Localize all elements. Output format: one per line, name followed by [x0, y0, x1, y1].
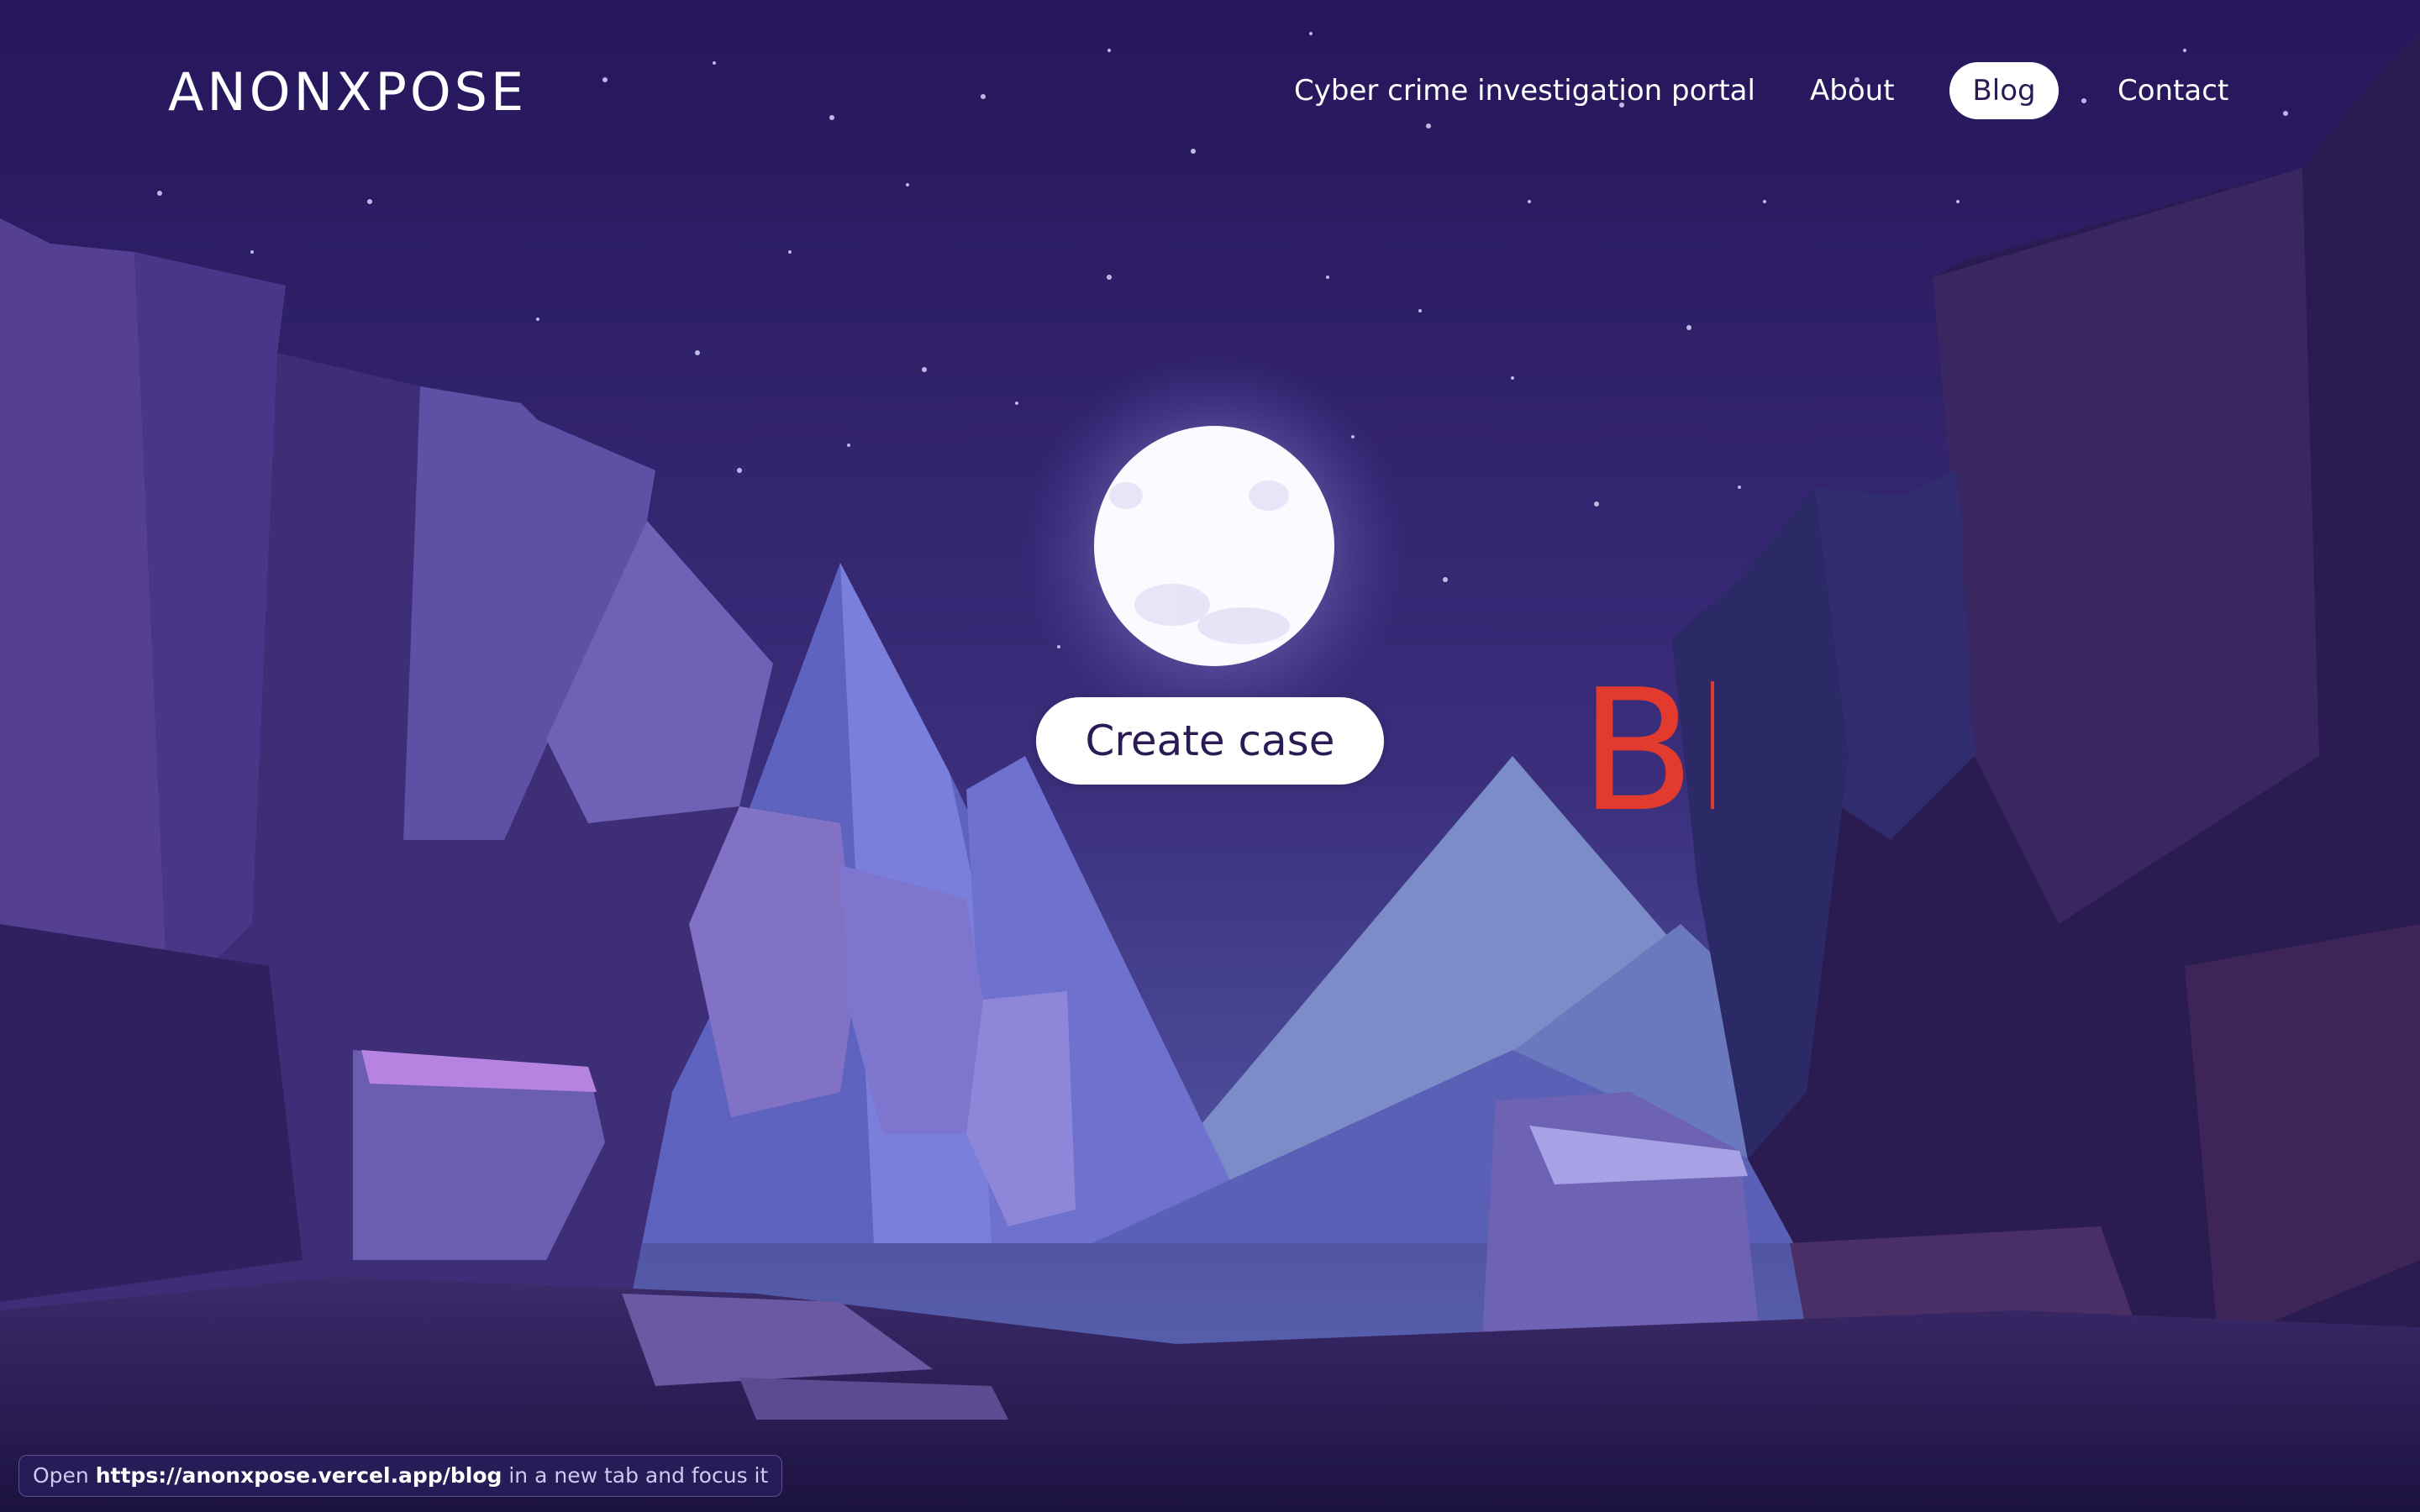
status-url: https://anonxpose.vercel.app/blog: [95, 1463, 502, 1488]
hero-heading-container: Blog: [1580, 664, 1714, 840]
link-status-bar: Open https://anonxpose.vercel.app/blog i…: [18, 1455, 783, 1497]
hero-heading: Blog: [1580, 664, 1714, 840]
page: ANONXPOSE Cyber crime investigation port…: [0, 0, 2420, 1512]
create-case-button[interactable]: Create case: [1036, 697, 1384, 785]
nav-link-investigation-portal[interactable]: Cyber crime investigation portal: [1294, 62, 1755, 119]
status-prefix: Open: [33, 1463, 89, 1488]
nav-link-about[interactable]: About: [1810, 62, 1895, 119]
nav-link-contact[interactable]: Contact: [2118, 62, 2228, 119]
nav-link-blog[interactable]: Blog: [1949, 62, 2059, 119]
status-suffix: in a new tab and focus it: [508, 1463, 769, 1488]
site-logo[interactable]: ANONXPOSE: [168, 59, 527, 126]
